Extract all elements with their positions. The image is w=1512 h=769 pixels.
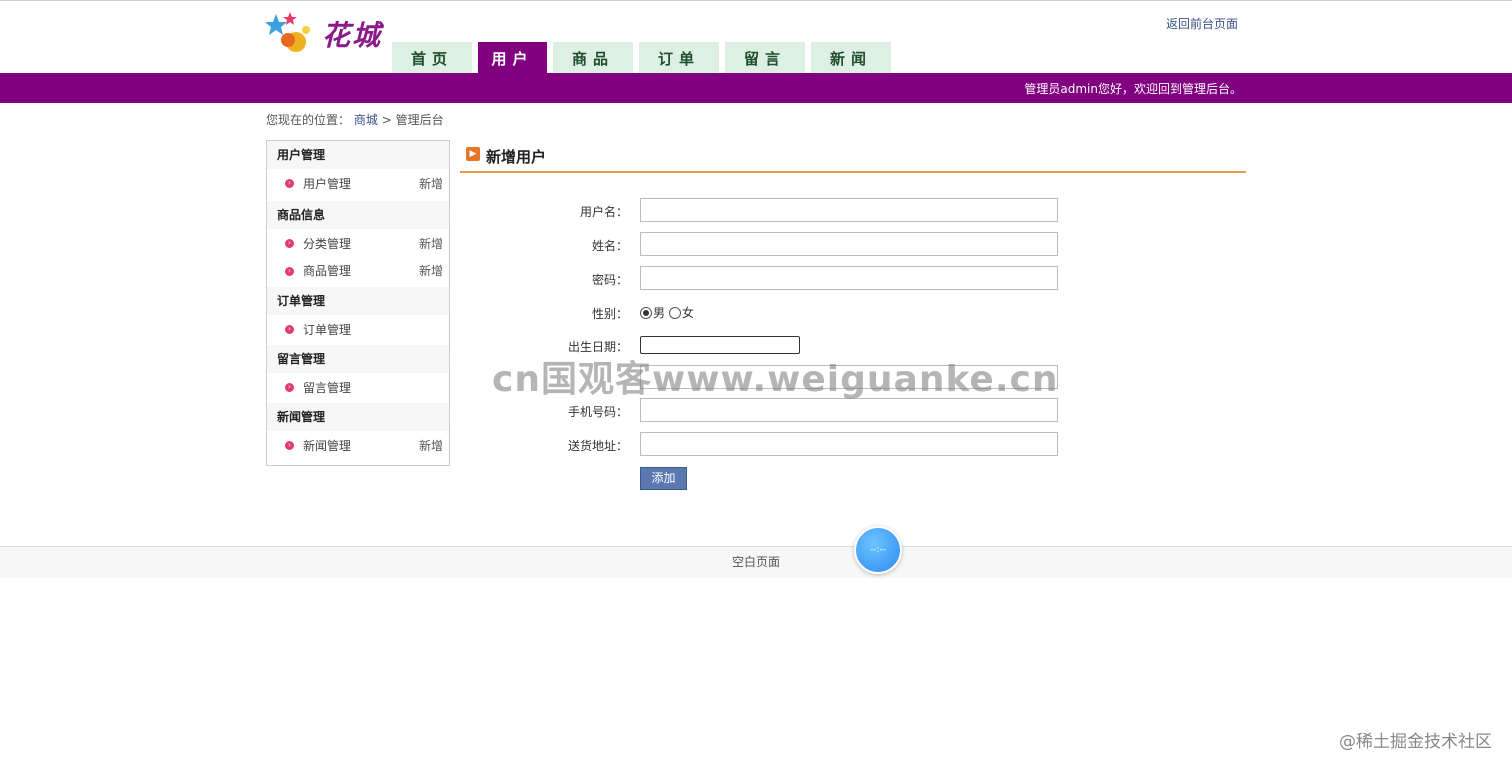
sidebar-item-label[interactable]: 新闻管理	[303, 439, 351, 453]
sidebar-group-title: 新闻管理	[267, 403, 449, 431]
name-input[interactable]	[640, 232, 1058, 256]
back-to-frontend-link[interactable]: 返回前台页面	[1166, 15, 1238, 32]
name-label: 姓名：	[591, 239, 628, 253]
floating-ball-text: --:--	[869, 545, 887, 555]
sidebar-item-product-manage[interactable]: › 商品管理 新增	[267, 259, 449, 287]
corner-watermark: @稀土掘金技术社区	[1339, 732, 1492, 752]
sidebar-group-title: 订单管理	[267, 287, 449, 315]
watermark-text: cn国观客www.weiguanke.cn	[492, 359, 1059, 400]
tab-orders[interactable]: 订单	[639, 42, 719, 73]
sidebar-add-link[interactable]: 新增	[419, 169, 443, 199]
sidebar-group-title: 商品信息	[267, 201, 449, 229]
password-input[interactable]	[640, 266, 1058, 290]
sidebar-item-message-manage[interactable]: › 留言管理	[267, 373, 449, 403]
address-input[interactable]	[640, 432, 1058, 456]
sidebar-item-label[interactable]: 留言管理	[303, 381, 351, 395]
sidebar-group-title: 留言管理	[267, 345, 449, 373]
sidebar-item-label[interactable]: 订单管理	[303, 323, 351, 337]
username-label: 用户名：	[579, 205, 628, 219]
address-label: 送货地址：	[567, 439, 628, 453]
welcome-text: 管理员admin您好，欢迎回到管理后台。	[1024, 82, 1242, 96]
page-title: 新增用户	[486, 148, 547, 166]
sidebar-item-label[interactable]: 商品管理	[303, 264, 351, 278]
floating-ball[interactable]: --:--	[854, 526, 902, 574]
form-row-gender: 性别： 男 女	[460, 300, 1060, 326]
gender-female-label[interactable]: 女	[682, 304, 694, 321]
sidebar-add-link[interactable]: 新增	[419, 229, 443, 259]
gender-male-radio[interactable]	[640, 306, 652, 319]
bullet-arrow-icon: ›	[285, 267, 294, 276]
sidebar-add-link[interactable]: 新增	[419, 259, 443, 283]
sidebar-item-order-manage[interactable]: › 订单管理	[267, 315, 449, 345]
tab-home[interactable]: 首页	[392, 42, 472, 73]
username-input[interactable]	[640, 198, 1058, 222]
bullet-arrow-icon: ›	[285, 239, 294, 248]
form-row-address: 送货地址：	[460, 432, 1060, 458]
form-row-password: 密码：	[460, 266, 1060, 292]
tab-messages[interactable]: 留言	[725, 42, 805, 73]
top-border	[0, 0, 1512, 1]
form-row-name: 姓名：	[460, 232, 1060, 258]
sidebar-group-title: 用户管理	[267, 141, 449, 169]
bullet-arrow-icon: ›	[285, 383, 294, 392]
site-logo[interactable]: 花城	[266, 10, 390, 56]
bullet-arrow-icon: ›	[285, 179, 294, 188]
breadcrumb-separator: >	[381, 113, 392, 127]
add-button[interactable]: 添加	[640, 467, 687, 490]
arrow-right-icon: ▶	[466, 147, 480, 161]
sidebar-add-link[interactable]: 新增	[419, 431, 443, 461]
bullet-arrow-icon: ›	[285, 325, 294, 334]
main-nav: 首页 用户 商品 订单 留言 新闻	[392, 42, 897, 73]
tab-news[interactable]: 新闻	[811, 42, 891, 73]
breadcrumb-prefix: 您现在的位置：	[266, 113, 351, 127]
sidebar-item-category-manage[interactable]: › 分类管理 新增	[267, 229, 449, 259]
bullet-arrow-icon: ›	[285, 441, 294, 450]
footer-text: 空白页面	[731, 555, 780, 569]
gender-male-label[interactable]: 男	[653, 304, 665, 321]
password-label: 密码：	[591, 273, 628, 287]
sidebar-item-news-manage[interactable]: › 新闻管理 新增	[267, 431, 449, 461]
sidebar-item-label[interactable]: 分类管理	[303, 237, 351, 251]
sidebar: 用户管理 › 用户管理 新增 商品信息 › 分类管理 新增 › 商品管理 新增 …	[266, 140, 450, 466]
gender-radio-group: 男 女	[640, 304, 698, 321]
form-row-username: 用户名：	[460, 198, 1060, 224]
sidebar-item-label[interactable]: 用户管理	[303, 177, 351, 191]
gender-label: 性别：	[591, 307, 628, 321]
phone-label: 手机号码：	[567, 405, 628, 419]
tab-users[interactable]: 用户	[478, 42, 547, 73]
section-header: ▶ 新增用户	[460, 140, 1246, 173]
breadcrumb-current: 管理后台	[395, 113, 444, 127]
gender-female-radio[interactable]	[669, 306, 682, 319]
tab-products[interactable]: 商品	[553, 42, 633, 73]
logo-text: 花城	[322, 19, 383, 52]
sidebar-item-user-manage[interactable]: › 用户管理 新增	[267, 169, 449, 199]
breadcrumb-link-mall[interactable]: 商城	[354, 113, 378, 127]
footer: 空白页面	[0, 546, 1512, 578]
flower-logo-icon	[266, 12, 310, 52]
header-bar: 管理员admin您好，欢迎回到管理后台。	[0, 73, 1512, 103]
breadcrumb: 您现在的位置： 商城 > 管理后台	[266, 111, 444, 128]
